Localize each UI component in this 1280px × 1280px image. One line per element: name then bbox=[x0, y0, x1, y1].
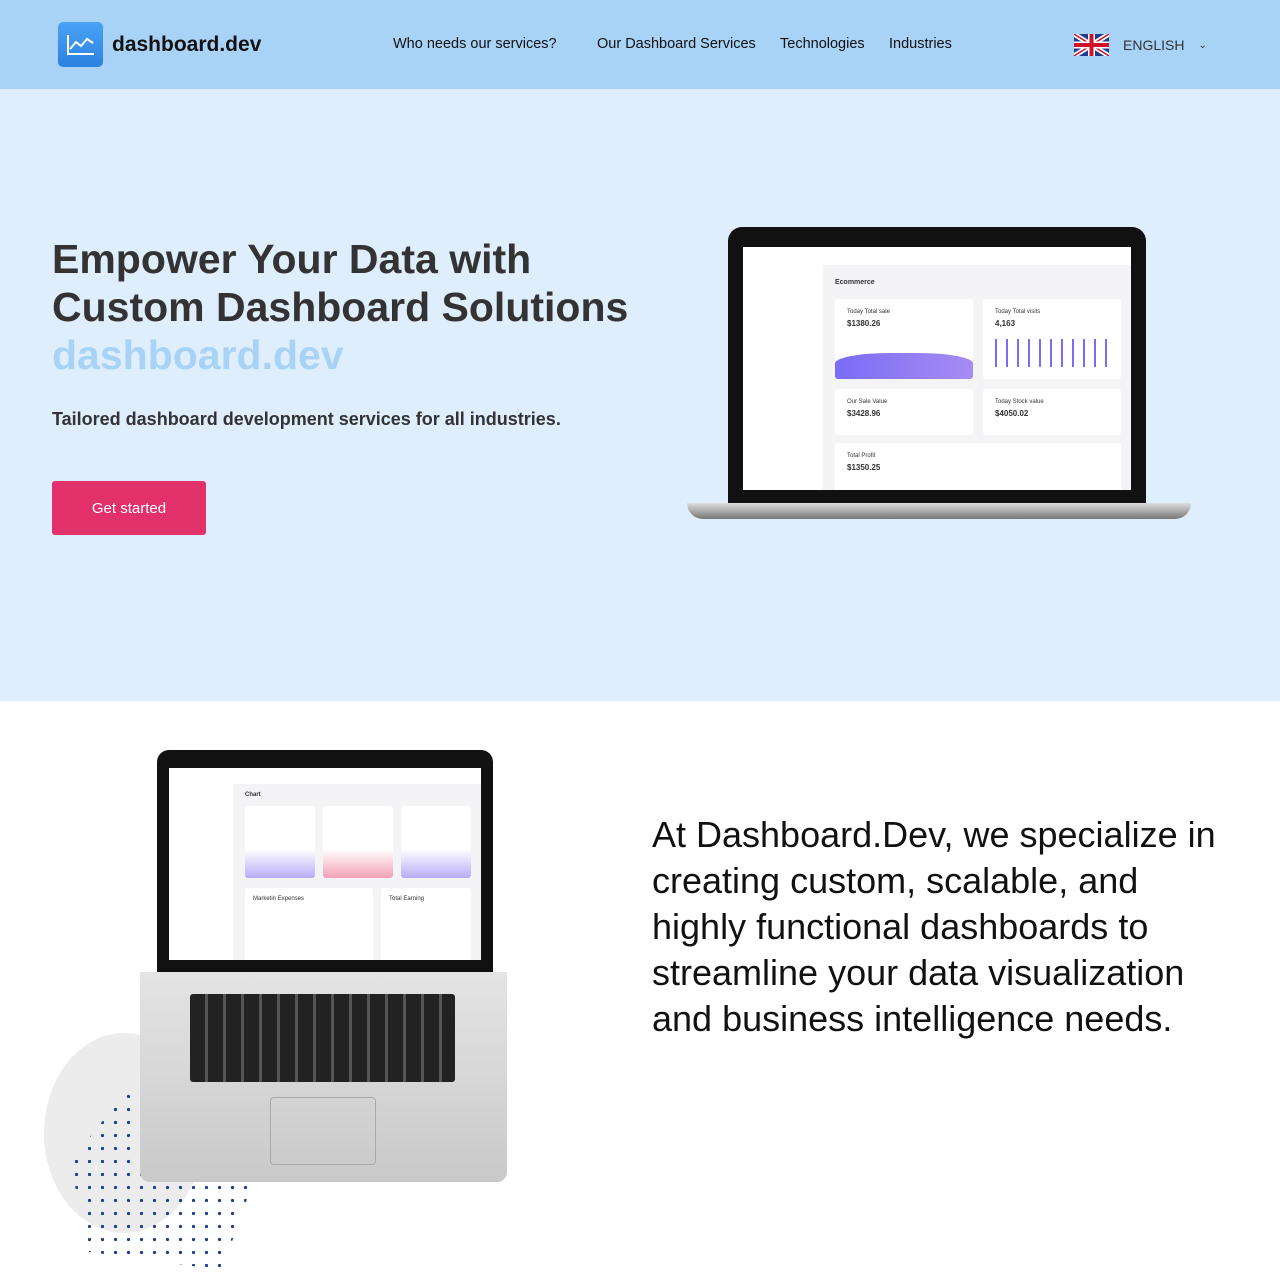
get-started-button[interactable]: Get started bbox=[52, 481, 206, 535]
title-line-2: Custom Dashboard Solutions bbox=[52, 284, 629, 330]
uk-flag-icon bbox=[1074, 34, 1109, 56]
card-value: $4050.02 bbox=[995, 409, 1029, 418]
language-selector[interactable]: ENGLISH ⌄ bbox=[1074, 34, 1207, 56]
logo-text: dashboard.dev bbox=[112, 32, 262, 56]
logo[interactable]: dashboard.dev bbox=[58, 22, 261, 67]
nav-industries[interactable]: Industries bbox=[889, 36, 952, 52]
chart-line-icon bbox=[58, 22, 103, 67]
nav-services[interactable]: Our Dashboard Services bbox=[597, 36, 756, 52]
language-label: ENGLISH bbox=[1123, 37, 1185, 53]
laptop-mockup-ecommerce: Ecommerce Today Total sale $1380.26 Today… bbox=[728, 227, 1146, 505]
laptop-mockup-chart: Chart Marketin Expenses Total Earning bbox=[157, 750, 493, 972]
header: dashboard.dev Who needs our services? Ou… bbox=[0, 0, 1280, 89]
card-title: Marketin Expenses bbox=[245, 888, 373, 960]
laptop-keyboard bbox=[140, 972, 507, 1182]
chevron-down-icon: ⌄ bbox=[1198, 39, 1207, 51]
nav-technologies[interactable]: Technologies bbox=[780, 36, 865, 52]
title-brand: dashboard.dev bbox=[52, 332, 344, 378]
card-value: $3428.96 bbox=[847, 409, 881, 418]
laptop-base bbox=[687, 503, 1191, 519]
nav-who-needs[interactable]: Who needs our services? bbox=[393, 36, 557, 52]
hero-subtitle: Tailored dashboard development services … bbox=[52, 409, 561, 429]
card-title: Total Earning bbox=[381, 888, 471, 960]
card-value: $1350.25 bbox=[847, 463, 881, 472]
mockup-page-title: Ecommerce bbox=[835, 279, 875, 286]
mockup-page-title: Chart bbox=[245, 792, 261, 798]
card-value: $1380.26 bbox=[847, 319, 881, 328]
title-line-1: Empower Your Data with bbox=[52, 236, 532, 282]
card-value: 4,163 bbox=[995, 319, 1016, 328]
about-text: At Dashboard.Dev, we specialize in creat… bbox=[652, 814, 1216, 1039]
hero-title: Empower Your Data with Custom Dashboard S… bbox=[52, 235, 628, 379]
